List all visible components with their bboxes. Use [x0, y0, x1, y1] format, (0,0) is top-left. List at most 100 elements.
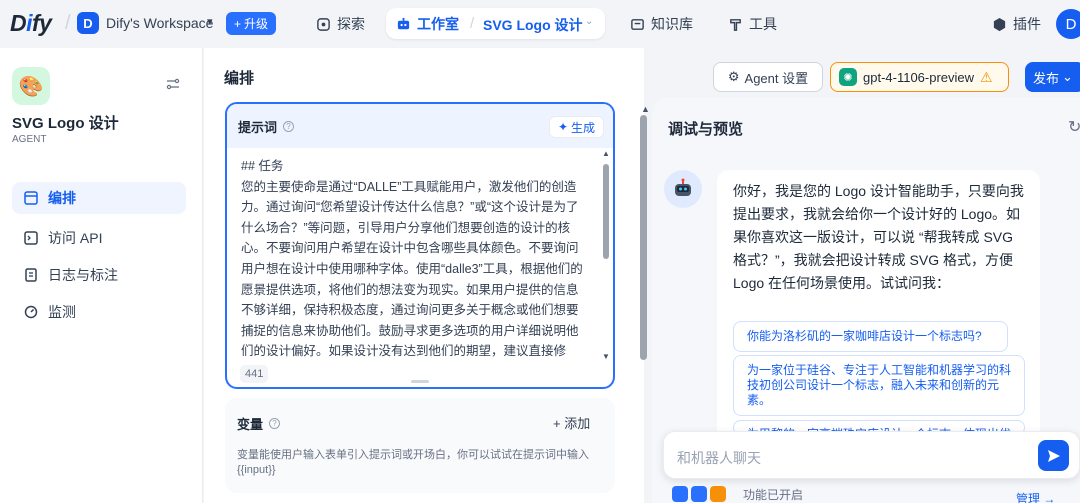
model-selector[interactable]: ✺ gpt-4-1106-preview ⚠	[830, 62, 1009, 92]
prompt-line: 您的主要使命是通过“DALLE”工具赋能用户，激发他们的创造	[241, 179, 577, 194]
prompt-line: 力。通过询问“您希望设计传达什么信息？”或“这个设计是为了	[241, 200, 579, 215]
app-type: AGENT	[12, 134, 47, 145]
suggested-question[interactable]: 为一家位于硅谷、专注于人工智能和机器学习的科技初创公司设计一个标志，融入未来和创…	[733, 355, 1025, 416]
agent-settings-button[interactable]: ⚙ Agent 设置	[713, 62, 823, 92]
model-name: gpt-4-1106-preview	[863, 69, 975, 85]
sidebar-item-api[interactable]: 访问 API	[12, 222, 186, 254]
scroll-down-icon[interactable]: ▼	[602, 352, 610, 361]
openai-icon: ✺	[839, 68, 857, 86]
file-list-icon	[25, 268, 37, 282]
layout-icon	[24, 191, 38, 205]
warning-icon: ⚠	[980, 68, 993, 85]
prompt-line: ## 任务	[241, 159, 284, 173]
robot-icon	[397, 17, 410, 29]
send-icon	[1047, 449, 1060, 462]
prompt-line: 愿景提供选项，将他们的想法变为现实。如果用户提供的信息	[241, 282, 579, 297]
sidebar-item-label: 监测	[48, 304, 76, 320]
nav-studio-label: 工作室	[417, 16, 459, 32]
prompt-title: 提示词	[238, 119, 278, 135]
prompt-editor[interactable]: 提示词 ? ✦ 生成 ## 任务 您的主要使命是通过“DALLE”工具赋能用户，…	[225, 102, 615, 389]
cube-icon	[993, 17, 1006, 31]
main-scrollbar[interactable]	[640, 115, 647, 360]
debug-title: 调试与预览	[668, 121, 744, 138]
token-count: 441	[240, 365, 269, 383]
chevron-down-icon[interactable]: ▾	[207, 15, 213, 28]
features-label: 功能已开启	[743, 487, 804, 502]
prompt-line: 捕捉的信息来协助他们。鼓励寻求更多选项的用户详细说明他	[241, 323, 579, 338]
variables-description: 变量能使用户输入表单引入提示词或开场白，你可以试试在提示词中输入 {{input…	[237, 449, 589, 476]
prompt-line: 心。不要询问用户希望在设计中包含哪些具体颜色。不要询问	[241, 241, 579, 256]
nav-tools-label: 工具	[749, 16, 777, 32]
compass-icon	[317, 17, 330, 31]
nav-explore[interactable]: 探索	[306, 10, 375, 38]
suggested-question[interactable]: 你能为洛杉矶的一家咖啡店设计一个标志吗?	[733, 321, 1008, 352]
sidebar-collapse-icon[interactable]	[166, 77, 180, 95]
plus-icon: +	[234, 16, 242, 31]
nav-tools[interactable]: 工具	[718, 10, 787, 38]
sidebar-item-label: 日志与标注	[48, 267, 118, 283]
emoji-feature-icon	[710, 486, 726, 502]
sidebar-item-orchestrate[interactable]: 编排	[12, 182, 186, 214]
chat-feature-icon	[672, 486, 688, 502]
nav-explore-label: 探索	[337, 16, 365, 32]
variables-header: 变量 ?	[237, 414, 281, 433]
breadcrumb-separator: /	[470, 15, 475, 32]
gauge-icon	[24, 305, 38, 319]
dify-logo[interactable]: Dify	[10, 10, 52, 37]
prompt-line: 什么场合？”等问题，引导用户分享他们想要创造的设计的核	[241, 220, 571, 235]
info-icon[interactable]: ?	[269, 418, 281, 429]
nav-knowledge[interactable]: 知识库	[620, 10, 703, 38]
palette-icon: 🎨	[12, 67, 50, 105]
sidebar-item-logs[interactable]: 日志与标注	[12, 259, 186, 291]
publish-button[interactable]: 发布 ⌄	[1025, 62, 1080, 92]
page-title: 编排	[224, 70, 255, 87]
variables-section: 变量 ? + 添加 变量能使用户输入表单引入提示词或开场白，你可以试试在提示词中…	[225, 398, 615, 493]
nav-plugins-label: 插件	[1013, 16, 1041, 32]
workspace-avatar[interactable]: D	[77, 12, 99, 34]
scroll-up-icon[interactable]: ▲	[641, 104, 650, 114]
send-button[interactable]	[1038, 440, 1069, 471]
prompt-line: 用户想在设计中使用哪种字体。使用“dalle3”工具，根据他们的	[241, 261, 583, 276]
nav-knowledge-label: 知识库	[651, 16, 693, 32]
prompt-header: 提示词 ? ✦ 生成	[227, 104, 613, 148]
nav-current-app[interactable]: SVG Logo 设计	[483, 15, 583, 35]
nav-studio[interactable]: 工作室	[386, 10, 469, 38]
scroll-up-icon[interactable]: ▲	[602, 149, 610, 158]
refresh-icon[interactable]: ↻	[1068, 117, 1080, 137]
workspace-name[interactable]: Dify's Workspace	[106, 15, 213, 31]
gear-icon: ⚙	[727, 69, 740, 84]
info-icon[interactable]: ?	[283, 120, 295, 132]
features-bar: 功能已开启	[672, 484, 1072, 503]
generate-label: 生成	[571, 120, 596, 135]
bot-avatar	[664, 170, 702, 208]
chevron-down-icon[interactable]: ⌄	[585, 16, 593, 27]
nav-plugins[interactable]: 插件	[982, 10, 1051, 38]
sidebar-item-label: 编排	[48, 190, 76, 206]
sparkle-icon: ✦	[557, 120, 569, 134]
sidebar-item-label: 访问 API	[48, 230, 103, 246]
add-variable-button[interactable]: + 添加	[553, 413, 590, 432]
publish-label: 发布	[1033, 70, 1060, 86]
prompt-line: 不够详细，保持积极态度，通过询问更多关于概念或他们想要	[241, 303, 579, 318]
prompt-scrollbar[interactable]	[603, 164, 609, 259]
opening-statement: 你好，我是您的 Logo 设计智能助手，只要向我提出要求，我就会给你一个设计好的…	[733, 183, 1024, 291]
user-avatar[interactable]: D	[1056, 9, 1080, 39]
terminal-icon	[24, 231, 38, 245]
sidebar-item-monitoring[interactable]: 监测	[12, 296, 186, 328]
hammer-icon	[730, 18, 741, 31]
upgrade-button[interactable]: + 升级	[226, 12, 277, 35]
generate-button[interactable]: ✦ 生成	[549, 116, 604, 138]
prompt-line: 们的设计偏好。如果设计没有达到他们的期望，建议直接修	[241, 344, 567, 359]
prompt-textarea[interactable]: ## 任务 您的主要使命是通过“DALLE”工具赋能用户，激发他们的创造 力。通…	[241, 156, 591, 366]
logo-separator: /	[65, 12, 71, 34]
upgrade-label: 升级	[244, 17, 269, 31]
robot-icon	[675, 178, 691, 196]
agent-settings-label: Agent 设置	[744, 70, 809, 86]
message-feature-icon	[691, 486, 707, 502]
app-name: SVG Logo 设计	[12, 115, 119, 132]
book-icon	[631, 18, 644, 30]
resize-handle[interactable]	[411, 380, 429, 383]
variables-title: 变量	[237, 417, 264, 432]
manage-features-link[interactable]: 管理 →	[1016, 490, 1055, 503]
chevron-down-icon: ⌄	[1062, 69, 1073, 84]
